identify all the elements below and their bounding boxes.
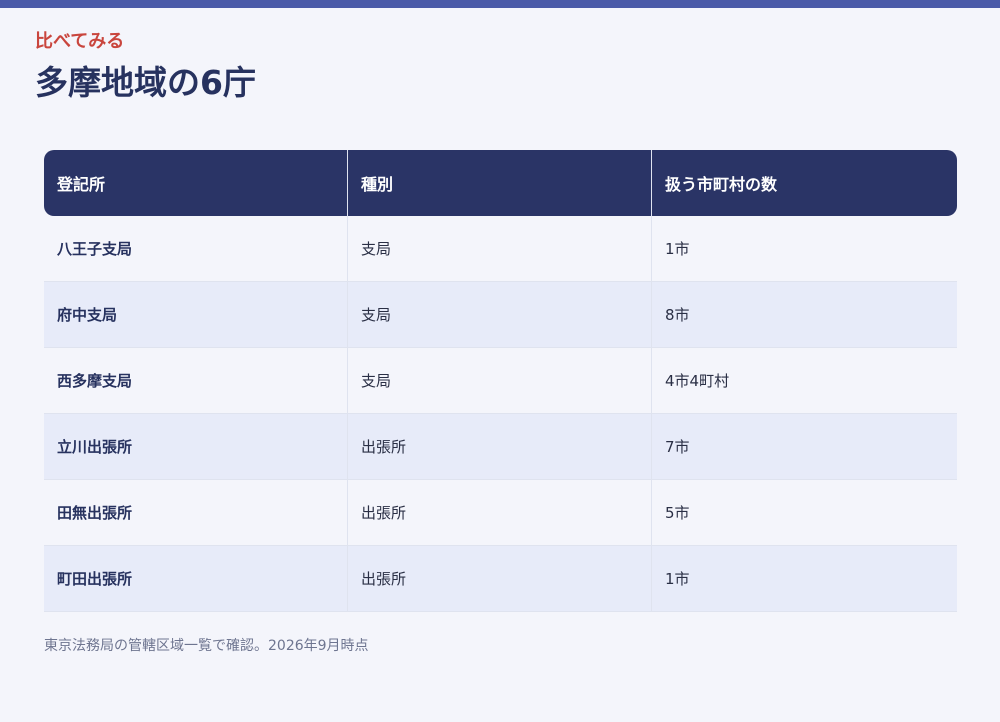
- section-eyebrow: 比べてみる: [35, 31, 125, 52]
- office-name: 田無出張所: [44, 480, 348, 546]
- office-type: 支局: [348, 282, 652, 348]
- municipality-count: 7市: [652, 414, 957, 480]
- page-title: 多摩地域の6庁: [35, 63, 256, 102]
- top-accent-bar: [0, 0, 1000, 8]
- office-name: 町田出張所: [44, 546, 348, 612]
- office-name: 八王子支局: [44, 216, 348, 282]
- table-row: 西多摩支局 支局 4市4町村: [44, 348, 957, 414]
- municipality-count: 1市: [652, 546, 957, 612]
- table-row: 立川出張所 出張所 7市: [44, 414, 957, 480]
- office-name: 府中支局: [44, 282, 348, 348]
- municipality-count: 4市4町村: [652, 348, 957, 414]
- source-note: 東京法務局の管轄区域一覧で確認。2026年9月時点: [44, 638, 369, 654]
- table-row: 田無出張所 出張所 5市: [44, 480, 957, 546]
- table-row: 府中支局 支局 8市: [44, 282, 957, 348]
- office-name: 西多摩支局: [44, 348, 348, 414]
- table-header-row: 登記所 種別 扱う市町村の数: [44, 150, 957, 216]
- office-type: 出張所: [348, 546, 652, 612]
- header-office: 登記所: [44, 150, 348, 216]
- office-type: 支局: [348, 216, 652, 282]
- municipality-count: 8市: [652, 282, 957, 348]
- office-type: 支局: [348, 348, 652, 414]
- municipality-count: 1市: [652, 216, 957, 282]
- header-type: 種別: [348, 150, 652, 216]
- table-row: 町田出張所 出張所 1市: [44, 546, 957, 612]
- office-name: 立川出張所: [44, 414, 348, 480]
- table-row: 八王子支局 支局 1市: [44, 216, 957, 282]
- header-municipality-count: 扱う市町村の数: [652, 150, 957, 216]
- comparison-table-container: 登記所 種別 扱う市町村の数 八王子支局 支局 1市 府中支局 支局 8市 西多…: [44, 150, 957, 612]
- office-type: 出張所: [348, 414, 652, 480]
- comparison-table: 登記所 種別 扱う市町村の数 八王子支局 支局 1市 府中支局 支局 8市 西多…: [44, 150, 957, 612]
- office-type: 出張所: [348, 480, 652, 546]
- municipality-count: 5市: [652, 480, 957, 546]
